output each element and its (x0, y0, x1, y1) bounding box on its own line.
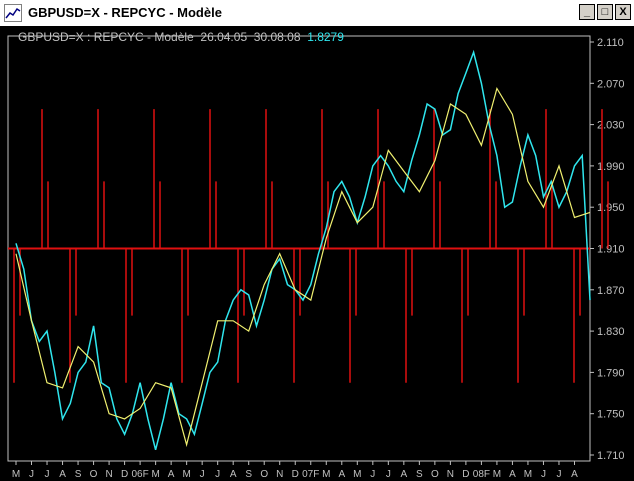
y-tick-label: 2.030 (597, 120, 625, 132)
y-tick-label: 1.790 (597, 367, 625, 379)
x-tick-label: O (260, 469, 268, 480)
x-tick-label: J (29, 469, 34, 480)
y-tick-label: 2.070 (597, 78, 625, 90)
window-title: GBPUSD=X - REPCYC - Modèle (28, 5, 222, 20)
x-tick-label: M (322, 469, 330, 480)
x-tick-label: J (541, 469, 546, 480)
x-tick-label: 08F (473, 469, 490, 480)
x-tick-label: M (182, 469, 190, 480)
x-tick-label: J (386, 469, 391, 480)
x-tick-label: O (431, 469, 439, 480)
series-line-model (15, 86, 591, 448)
x-tick-label: D (462, 469, 469, 480)
x-tick-label: N (105, 469, 112, 480)
symbol-label: GBPUSD=X : REPCYC - Modèle (18, 30, 194, 44)
last-value: 1.8279 (307, 30, 344, 44)
x-tick-label: M (524, 469, 532, 480)
x-tick-label: A (509, 469, 516, 480)
x-tick-label: M (12, 469, 20, 480)
start-date: 26.04.05 (200, 30, 248, 44)
x-tick-label: D (292, 469, 299, 480)
x-tick-label: A (230, 469, 237, 480)
minimize-button[interactable]: _ (579, 4, 595, 20)
title-bar[interactable]: GBPUSD=X - REPCYC - Modèle _ □ X (0, 0, 634, 27)
x-tick-label: 06F (131, 469, 148, 480)
x-tick-label: S (75, 469, 82, 480)
x-tick-label: A (401, 469, 408, 480)
x-tick-label: J (556, 469, 561, 480)
x-tick-label: A (571, 469, 578, 480)
price-chart[interactable]: 2.110 2.070 2.030 1.990 1.950 1.910 1.870 1.830… (0, 26, 634, 481)
y-tick-label: 1.830 (597, 326, 625, 338)
x-tick-label: J (215, 469, 220, 480)
x-tick-label: 07F (302, 469, 319, 480)
y-tick-label: 2.110 (597, 37, 624, 49)
end-date: 30.08.08 (253, 30, 301, 44)
x-tick-label: M (353, 469, 361, 480)
x-tick-label: J (370, 469, 375, 480)
maximize-button[interactable]: □ (597, 4, 613, 20)
x-tick-label: J (45, 469, 50, 480)
x-tick-label: M (493, 469, 501, 480)
close-button[interactable]: X (615, 4, 631, 20)
chart-info-line: GBPUSD=X : REPCYC - Modèle 26.04.05 30.0… (18, 30, 344, 44)
chart-app-icon (4, 4, 22, 22)
x-tick-label: A (59, 469, 66, 480)
x-tick-label: S (245, 469, 252, 480)
chart-area[interactable]: 2.110 2.070 2.030 1.990 1.950 1.910 1.870 1.830… (0, 26, 634, 481)
y-tick-label: 1.710 (597, 450, 625, 462)
x-tick-label: A (168, 469, 175, 480)
x-tick-label: N (447, 469, 454, 480)
x-tick-label: J (200, 469, 205, 480)
y-tick-label: 1.990 (597, 161, 625, 173)
x-tick-label: S (416, 469, 423, 480)
x-tick-label: N (276, 469, 283, 480)
x-tick-label: A (338, 469, 345, 480)
y-tick-label: 1.870 (597, 285, 625, 297)
y-tick-label: 1.750 (597, 409, 625, 421)
x-tick-label: D (121, 469, 128, 480)
chart-window: GBPUSD=X - REPCYC - Modèle _ □ X 2.110 2.… (0, 0, 634, 481)
y-tick-label: 1.910 (597, 244, 625, 256)
x-tick-label: O (90, 469, 98, 480)
x-tick-label: M (151, 469, 159, 480)
y-tick-label: 1.950 (597, 202, 625, 214)
